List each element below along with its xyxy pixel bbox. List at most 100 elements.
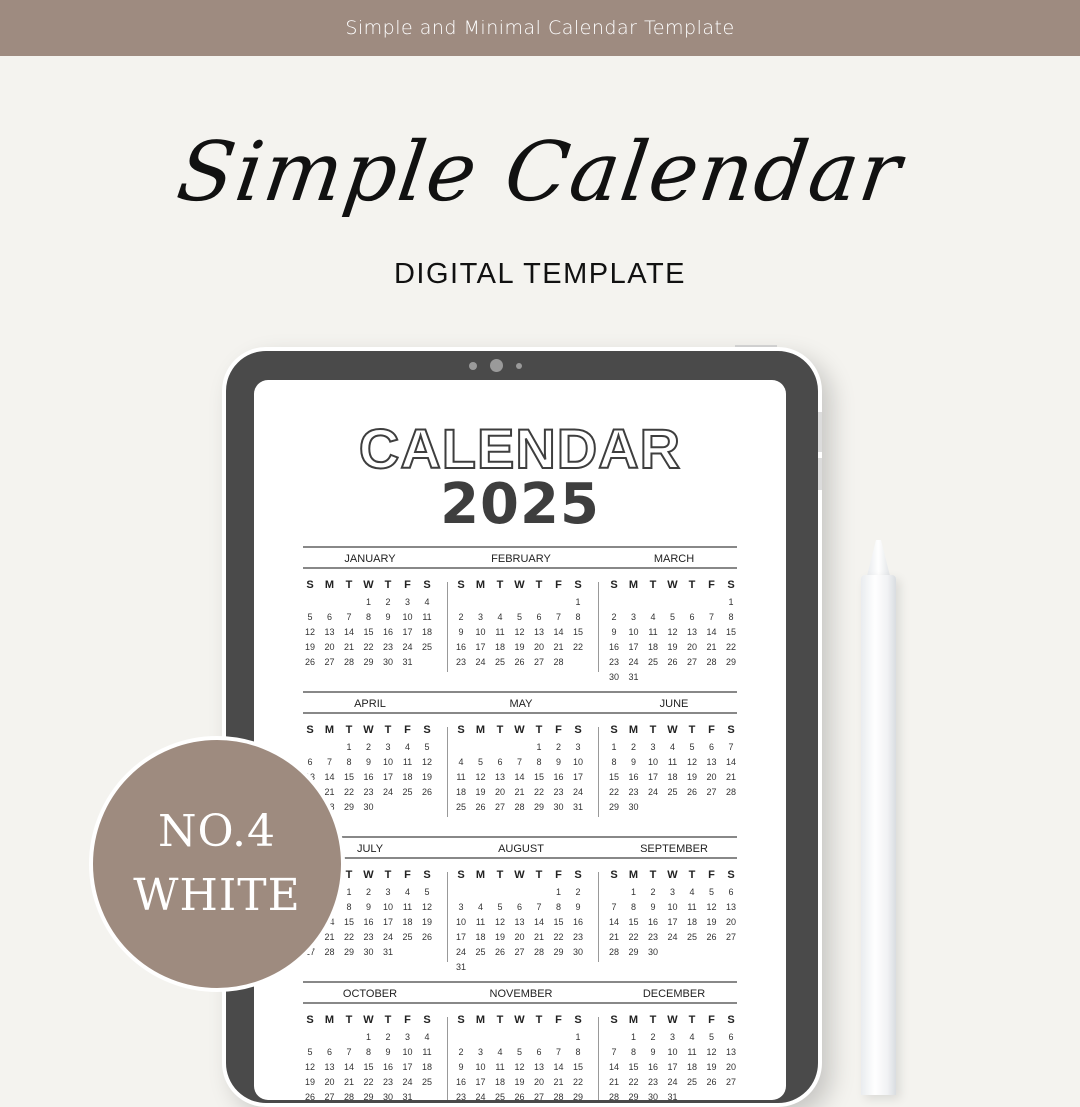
day-cell: 11 bbox=[475, 917, 486, 927]
day-cell: 21 bbox=[706, 642, 717, 652]
weekday-label: S bbox=[457, 579, 465, 591]
day-cell: 7 bbox=[555, 612, 561, 622]
day-cell: 29 bbox=[608, 802, 619, 812]
day-cell: 8 bbox=[346, 757, 352, 767]
weekday-label: T bbox=[496, 724, 504, 736]
day-cell: 27 bbox=[725, 1077, 736, 1087]
day-cell: 3 bbox=[404, 597, 410, 607]
day-cell: 21 bbox=[343, 642, 354, 652]
day-cell: 12 bbox=[304, 1062, 315, 1072]
day-cell: 14 bbox=[343, 627, 354, 637]
day-cell: 15 bbox=[343, 917, 354, 927]
weekday-label: S bbox=[610, 579, 618, 591]
weekday-label: T bbox=[535, 724, 543, 736]
weekday-label: S bbox=[306, 579, 314, 591]
day-cell: 5 bbox=[669, 612, 675, 622]
month-december: DECEMBER S M T W T F S 1 2 3 4 5 6 7 8 9 10 11 12 13 14 15 16 17… bbox=[607, 981, 747, 1100]
day-cell: 12 bbox=[514, 1062, 525, 1072]
quarter-block: JANUARY S M T W T F S 1 2 3 4 5 6 7 8 9 10 11 12 13 14 15 16 17 1… bbox=[303, 546, 737, 691]
day-cell: 8 bbox=[611, 757, 617, 767]
day-cell: 15 bbox=[363, 1062, 374, 1072]
day-cell: 18 bbox=[647, 642, 658, 652]
month-name: APRIL bbox=[354, 698, 386, 710]
day-cell: 7 bbox=[516, 757, 522, 767]
day-cell: 13 bbox=[533, 1062, 544, 1072]
day-cell: 9 bbox=[555, 757, 561, 767]
day-cell: 5 bbox=[424, 887, 430, 897]
day-cell: 24 bbox=[402, 1077, 413, 1087]
day-cell: 9 bbox=[365, 902, 371, 912]
weekday-label: S bbox=[306, 1014, 314, 1026]
day-cell: 19 bbox=[421, 917, 432, 927]
day-cell: 9 bbox=[458, 627, 464, 637]
weekday-label: S bbox=[457, 869, 465, 881]
day-cell: 27 bbox=[324, 657, 335, 667]
day-cell: 15 bbox=[343, 772, 354, 782]
day-cell: 16 bbox=[628, 772, 639, 782]
camera-icon bbox=[490, 359, 503, 372]
weekday-label: M bbox=[475, 1014, 486, 1026]
weekday-label: S bbox=[574, 579, 582, 591]
day-cell: 30 bbox=[363, 802, 374, 812]
day-cell: 24 bbox=[455, 947, 466, 957]
day-cell: 27 bbox=[533, 657, 544, 667]
day-cell: 13 bbox=[725, 1047, 736, 1057]
day-cell: 3 bbox=[669, 887, 675, 897]
weekday-label: S bbox=[457, 1014, 465, 1026]
day-cell: 28 bbox=[343, 1092, 354, 1100]
day-cell: 1 bbox=[575, 597, 581, 607]
day-cell: 23 bbox=[572, 932, 583, 942]
day-cell: 4 bbox=[497, 1047, 503, 1057]
day-cell: 16 bbox=[363, 917, 374, 927]
column-divider bbox=[598, 727, 599, 817]
day-cell: 28 bbox=[608, 947, 619, 957]
day-cell: 20 bbox=[533, 642, 544, 652]
day-cell: 5 bbox=[708, 887, 714, 897]
weekday-label: M bbox=[475, 724, 486, 736]
day-cell: 14 bbox=[553, 627, 564, 637]
day-cell: 1 bbox=[575, 1032, 581, 1042]
day-cell: 29 bbox=[725, 657, 736, 667]
quarter-block: APRILSMTWTFS1234567891011121314151617181… bbox=[303, 691, 737, 836]
quarter-block: JULYSMTWTFS12345678910111213141516171819… bbox=[303, 836, 737, 981]
month-september: SEPTEMBER S M T W T F S 1 2 3 4 5 6 7 8 9 10 11 12 13 14 15 16 1… bbox=[607, 836, 747, 976]
weekday-label: M bbox=[628, 579, 639, 591]
month-june: JUNE S M T W T F S 1 2 3 4 5 6 7 8 9 10 11 12 13 14 15 16 17 18 19… bbox=[607, 691, 747, 831]
day-cell: 7 bbox=[346, 612, 352, 622]
day-cell: 3 bbox=[669, 1032, 675, 1042]
day-cell: 21 bbox=[553, 1077, 564, 1087]
day-cell: 20 bbox=[725, 917, 736, 927]
day-cell: 2 bbox=[365, 887, 371, 897]
day-cell: 24 bbox=[628, 657, 639, 667]
month-february: FEBRUARY S M T W T F S 1 2 3 4 5 6 7 8 9 10 11 12 13 14 15 16 17… bbox=[454, 546, 594, 686]
day-cell: 4 bbox=[689, 1032, 695, 1042]
day-cell: 28 bbox=[514, 802, 525, 812]
day-cell: 5 bbox=[516, 612, 522, 622]
day-cell: 25 bbox=[421, 1077, 432, 1087]
day-cell: 10 bbox=[402, 1047, 413, 1057]
day-cell: 17 bbox=[667, 917, 678, 927]
day-cell: 28 bbox=[706, 657, 717, 667]
weekday-label: F bbox=[555, 579, 562, 591]
day-cell: 17 bbox=[382, 917, 393, 927]
weekday-label: S bbox=[727, 724, 735, 736]
badge-number: NO.4 bbox=[158, 806, 276, 857]
day-cell: 18 bbox=[686, 1062, 697, 1072]
day-cell: 9 bbox=[575, 902, 581, 912]
day-cell: 17 bbox=[647, 772, 658, 782]
day-cell: 30 bbox=[382, 657, 393, 667]
day-cell: 1 bbox=[536, 742, 542, 752]
weekday-label: T bbox=[345, 1014, 353, 1026]
day-cell: 31 bbox=[382, 947, 393, 957]
day-cell: 26 bbox=[304, 1092, 315, 1100]
script-title: Simple Calendar bbox=[171, 125, 909, 220]
day-cell: 18 bbox=[402, 772, 413, 782]
day-cell: 27 bbox=[514, 947, 525, 957]
day-cell: 2 bbox=[385, 1032, 391, 1042]
day-cell: 17 bbox=[402, 627, 413, 637]
day-cell: 1 bbox=[630, 887, 636, 897]
day-cell: 17 bbox=[628, 642, 639, 652]
day-cell: 5 bbox=[689, 742, 695, 752]
day-cell: 23 bbox=[363, 787, 374, 797]
day-cell: 10 bbox=[382, 757, 393, 767]
